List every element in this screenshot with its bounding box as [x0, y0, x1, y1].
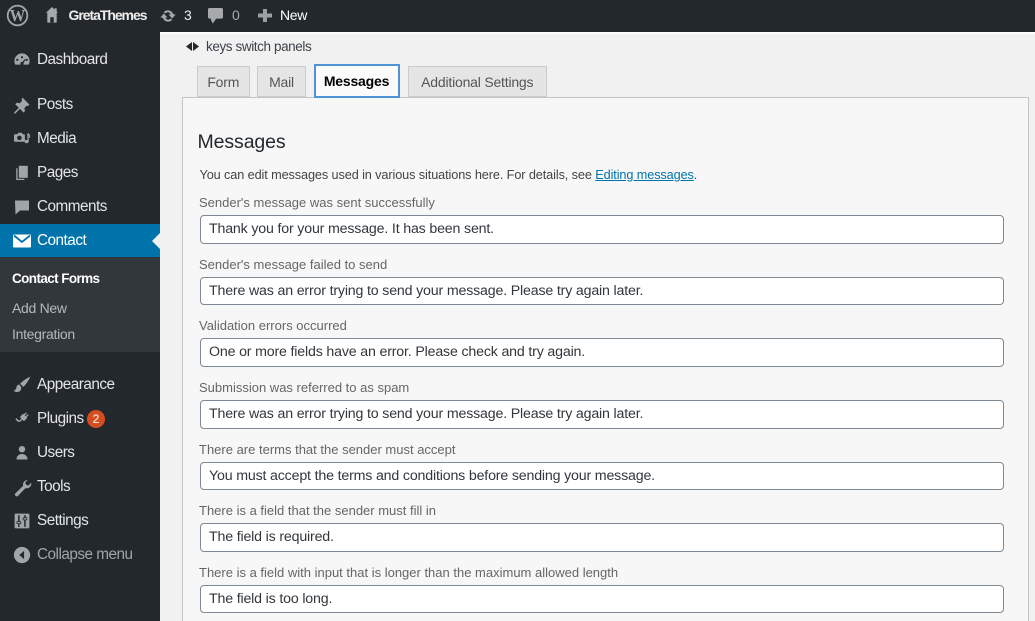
svg-text:W: W — [10, 6, 26, 25]
